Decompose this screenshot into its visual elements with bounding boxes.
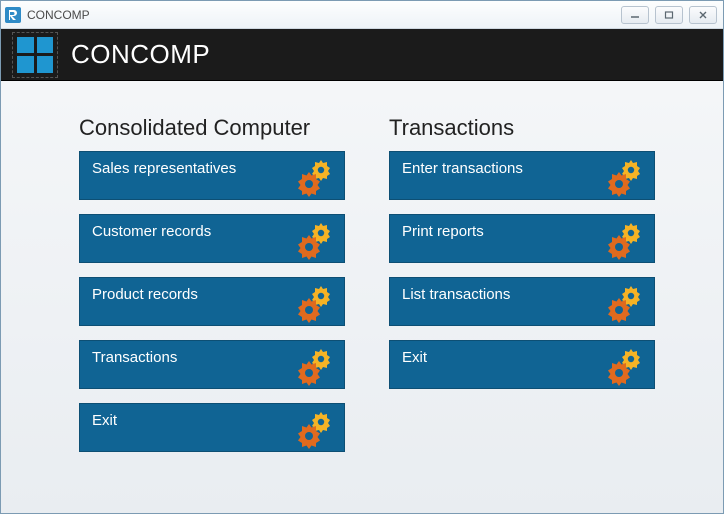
main-window: CONCOMP CONCOMP Consolidated Computer Sa… — [0, 0, 724, 514]
column-heading-right: Transactions — [389, 115, 655, 141]
gears-icon — [294, 221, 338, 261]
menu-label: Exit — [402, 349, 427, 366]
menu-label: Customer records — [92, 223, 211, 240]
menu-label: Exit — [92, 412, 117, 429]
titlebar: CONCOMP — [1, 1, 723, 29]
menu-customer-records[interactable]: Customer records — [79, 214, 345, 263]
maximize-button[interactable] — [655, 6, 683, 24]
menu-print-reports[interactable]: Print reports — [389, 214, 655, 263]
gears-icon — [294, 284, 338, 324]
gears-icon — [604, 284, 648, 324]
window-controls — [621, 6, 717, 24]
gears-icon — [604, 158, 648, 198]
menu-enter-transactions[interactable]: Enter transactions — [389, 151, 655, 200]
column-transactions: Transactions Enter transactions Print re… — [389, 115, 655, 493]
close-button[interactable] — [689, 6, 717, 24]
menu-exit-left[interactable]: Exit — [79, 403, 345, 452]
menu-label: Transactions — [92, 349, 177, 366]
minimize-button[interactable] — [621, 6, 649, 24]
gears-icon — [604, 221, 648, 261]
app-banner: CONCOMP — [1, 29, 723, 81]
menu-sales-representatives[interactable]: Sales representatives — [79, 151, 345, 200]
app-name: CONCOMP — [71, 39, 210, 70]
menu-list-transactions[interactable]: List transactions — [389, 277, 655, 326]
menu-transactions[interactable]: Transactions — [79, 340, 345, 389]
column-consolidated: Consolidated Computer Sales representati… — [79, 115, 345, 493]
menu-product-records[interactable]: Product records — [79, 277, 345, 326]
column-heading-left: Consolidated Computer — [79, 115, 345, 141]
windows-logo-icon — [15, 35, 55, 75]
menu-label: Sales representatives — [92, 160, 236, 177]
menu-label: List transactions — [402, 286, 510, 303]
gears-icon — [294, 158, 338, 198]
menu-label: Product records — [92, 286, 198, 303]
menu-label: Print reports — [402, 223, 484, 240]
gears-icon — [294, 410, 338, 450]
menu-label: Enter transactions — [402, 160, 523, 177]
menu-exit-right[interactable]: Exit — [389, 340, 655, 389]
content-area: Consolidated Computer Sales representati… — [1, 81, 723, 513]
gears-icon — [294, 347, 338, 387]
app-r-icon — [5, 7, 21, 23]
window-title: CONCOMP — [27, 8, 90, 22]
gears-icon — [604, 347, 648, 387]
